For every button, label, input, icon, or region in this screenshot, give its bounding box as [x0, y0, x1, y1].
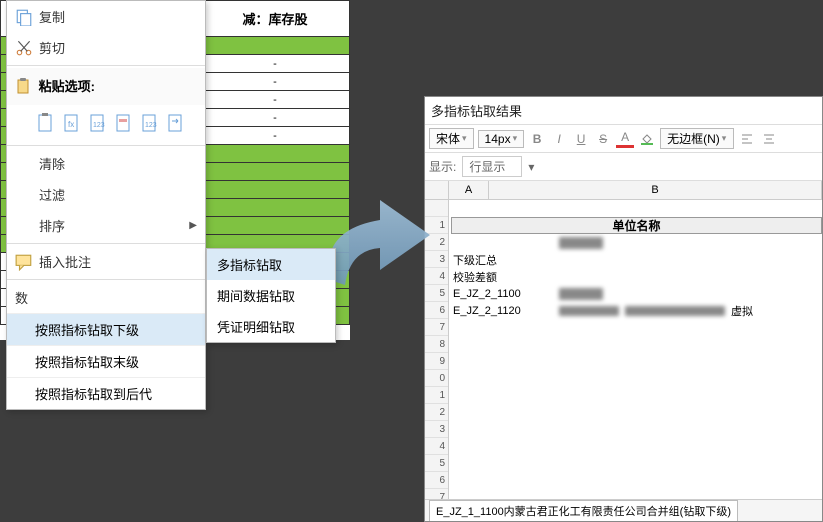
table-row: 下级汇总	[449, 251, 822, 268]
fill-color-button[interactable]	[638, 130, 656, 148]
menu-drill-descendants[interactable]: 按照指标钻取到后代	[7, 377, 205, 409]
menu-copy[interactable]: 复制	[7, 1, 205, 32]
table-row: E_JZ_2_1100xxxxxxxx	[449, 285, 822, 302]
paste-format-icon[interactable]	[113, 111, 135, 135]
chevron-down-icon: ▾	[528, 160, 534, 174]
paste-values-icon[interactable]: 123	[87, 111, 109, 135]
menu-filter[interactable]: 过滤	[7, 179, 205, 210]
italic-button[interactable]: I	[550, 130, 568, 148]
submenu-multi-indicator[interactable]: 多指标钻取	[207, 249, 335, 280]
result-title: 多指标钻取结果	[425, 97, 822, 125]
border-select[interactable]: 无边框(N)▾	[660, 128, 734, 149]
spreadsheet: A B 12345678901234567890123456 单位名称 xxxx…	[425, 181, 822, 513]
sheet-tab-active[interactable]: E_JZ_1_1100内蒙古君正化工有限责任公司合并组(钻取下级)	[429, 500, 738, 521]
svg-text:123: 123	[93, 122, 105, 129]
menu-sort[interactable]: 排序▶	[7, 210, 205, 241]
underline-button[interactable]: U	[572, 130, 590, 148]
display-label: 显示:	[429, 158, 456, 175]
submenu-period-data[interactable]: 期间数据钻取	[207, 280, 335, 311]
svg-text:123: 123	[145, 122, 157, 129]
menu-copy-label: 复制	[39, 7, 65, 26]
svg-text:fx: fx	[68, 120, 74, 129]
menu-drill-lower[interactable]: 按照指标钻取下级	[7, 313, 205, 345]
paste-link-icon[interactable]: 123	[139, 111, 161, 135]
menu-cut[interactable]: 剪切	[7, 32, 205, 63]
context-menu: 复制 剪切 粘贴选项: fx 123 123 清除 过滤 排序▶ 插入批注	[6, 0, 206, 410]
clipboard-icon	[15, 78, 31, 97]
font-family-select[interactable]: 宋体▾	[429, 128, 474, 149]
paste-transpose-icon[interactable]	[165, 111, 187, 135]
strike-button[interactable]: S	[594, 130, 612, 148]
copy-icon	[15, 9, 33, 25]
paste-options-row: fx 123 123	[7, 105, 205, 143]
menu-insert-comment[interactable]: 插入批注	[7, 246, 205, 277]
menu-cut-label: 剪切	[39, 38, 65, 57]
drill-submenu: 多指标钻取 期间数据钻取 凭证明细钻取	[206, 248, 336, 343]
redacted-text: xxx	[559, 306, 619, 316]
column-headers: A B	[425, 181, 822, 200]
submenu-voucher-detail[interactable]: 凭证明细钻取	[207, 311, 335, 342]
bold-button[interactable]: B	[528, 130, 546, 148]
align-center-button[interactable]	[760, 130, 778, 148]
display-mode-field[interactable]: 行显示	[462, 156, 522, 177]
chevron-right-icon: ▶	[189, 220, 197, 231]
font-size-select[interactable]: 14px▾	[478, 130, 525, 148]
col-header-2: 减：库存股	[201, 1, 350, 37]
col-header-A[interactable]: A	[449, 181, 489, 199]
cell-area[interactable]: 单位名称 xxxxxxxx 下级汇总 校验差额 E_JZ_2_1100xxxxx…	[449, 200, 822, 513]
font-color-button[interactable]: A	[616, 130, 634, 148]
table-row: 校验差额	[449, 268, 822, 285]
redacted-text: xxxxxxxx	[559, 237, 603, 249]
align-left-button[interactable]	[738, 130, 756, 148]
redacted-text: xxxxxxxx	[559, 288, 603, 300]
result-window: 多指标钻取结果 宋体▾ 14px▾ B I U S A 无边框(N)▾ 显示: …	[424, 96, 823, 522]
table-row: E_JZ_2_1120xxxxxxx虚拟	[449, 302, 822, 319]
display-toolbar: 显示: 行显示 ▾	[425, 153, 822, 181]
paste-options-header: 粘贴选项:	[7, 68, 205, 105]
scissors-icon	[15, 40, 33, 56]
unit-name-header: 单位名称	[451, 217, 822, 234]
paste-all-icon[interactable]	[35, 111, 57, 135]
menu-clear[interactable]: 清除	[7, 148, 205, 179]
table-row: xxxxxxxx	[449, 234, 822, 251]
paste-formula-icon[interactable]: fx	[61, 111, 83, 135]
redacted-text: xxxx	[625, 306, 725, 316]
sheet-tabs: E_JZ_1_1100内蒙古君正化工有限责任公司合并组(钻取下级)	[425, 499, 822, 521]
menu-data-drill[interactable]: 数	[7, 282, 205, 313]
col-header-B[interactable]: B	[489, 181, 822, 199]
comment-icon	[15, 254, 33, 270]
menu-drill-last[interactable]: 按照指标钻取末级	[7, 345, 205, 377]
left-panel: 本公积 减：库存股 -- -- -- -- -- - - - - 复制 剪切	[0, 0, 350, 340]
format-toolbar: 宋体▾ 14px▾ B I U S A 无边框(N)▾	[425, 125, 822, 153]
